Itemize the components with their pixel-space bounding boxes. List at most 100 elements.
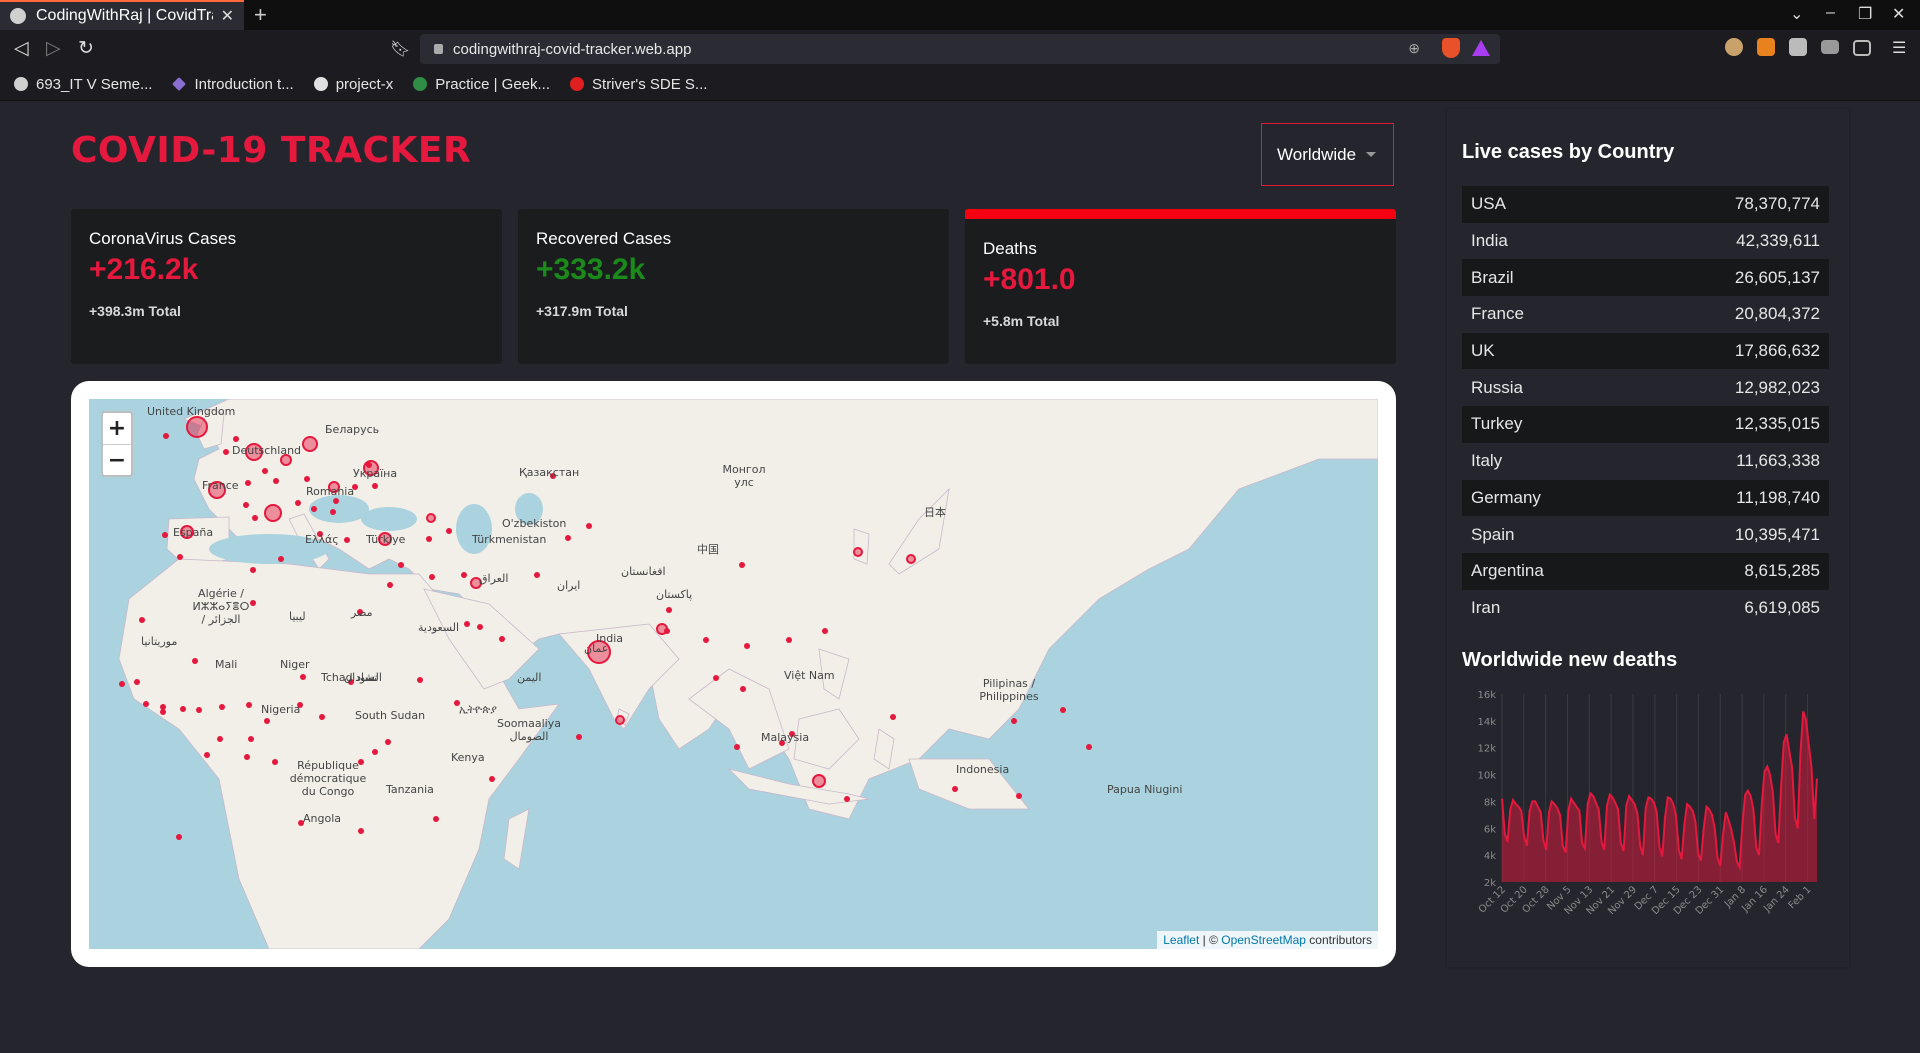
country-cases: 10,395,471 <box>1734 524 1820 544</box>
bookmark-item[interactable]: Practice | Geek... <box>413 76 550 93</box>
github-icon <box>313 77 328 91</box>
map-label: مصر <box>351 606 373 619</box>
bookmark-page-icon[interactable]: 🔖︎ <box>390 39 410 59</box>
card-title: CoronaVirus Cases <box>89 229 237 248</box>
wallet-icon[interactable] <box>1853 40 1871 56</box>
browser-toolbar: ◁ ▷ ↻ 🔖︎ codingwithraj-covid-tracker.web… <box>0 30 1920 68</box>
openstreetmap-link[interactable]: OpenStreetMap <box>1221 933 1306 947</box>
chart-y-tick-label: 16k <box>1477 690 1496 701</box>
country-name: USA <box>1471 194 1506 214</box>
map-label: Việt Nam <box>784 669 835 682</box>
map-label: O'zbekiston <box>502 517 567 530</box>
country-name: Brazil <box>1471 267 1514 287</box>
chart-title: Worldwide new deaths <box>1462 649 1678 671</box>
map-label: Ελλάς <box>305 533 339 546</box>
bookmark-item[interactable]: project-x <box>313 75 394 93</box>
chart-y-tick-label: 2k <box>1484 878 1496 889</box>
leaflet-link[interactable]: Leaflet <box>1163 933 1199 947</box>
table-row: Brazil 26,605,137 <box>1462 259 1829 297</box>
chart-y-tick-label: 14k <box>1477 717 1496 728</box>
zoom-out-button[interactable]: − <box>103 445 131 476</box>
country-cases: 78,370,774 <box>1734 194 1820 214</box>
lock-icon <box>434 44 443 54</box>
chevron-down-icon <box>1366 152 1377 157</box>
map-label: 日本 <box>924 506 946 519</box>
map-label: Tanzania <box>386 783 434 796</box>
table-row: Argentina 8,615,285 <box>1462 552 1829 590</box>
forward-icon[interactable]: ▷ <box>46 37 61 60</box>
country-select-value: Worldwide <box>1277 144 1357 164</box>
extension-avatar-icon[interactable] <box>1725 38 1743 56</box>
country-name: Germany <box>1471 487 1541 507</box>
zoom-icon[interactable]: ⊕ <box>1408 40 1420 57</box>
map-label: Malaysia <box>761 731 810 744</box>
zoom-in-button[interactable]: + <box>103 413 131 445</box>
live-cases-table: USA 78,370,774 India 42,339,611 Brazil 26,605… <box>1462 186 1829 626</box>
map-label: Қазақстан <box>519 466 580 479</box>
country-cases: 11,663,338 <box>1736 451 1820 471</box>
cases-card[interactable]: CoronaVirus Cases +216.2k +398.3m Total <box>71 209 502 364</box>
card-title: Recovered Cases <box>536 229 672 248</box>
map-label: Беларусь <box>325 423 380 436</box>
deaths-card[interactable]: Deaths +801.0 +5.8m Total <box>965 209 1396 364</box>
card-total: +317.9m Total <box>536 303 628 319</box>
reload-icon[interactable]: ↻ <box>78 37 94 60</box>
chart-y-tick-label: 4k <box>1484 851 1496 862</box>
extensions-puzzle-icon[interactable] <box>1789 38 1807 56</box>
card-value: +801.0 <box>983 263 1076 296</box>
table-row: Italy 11,663,338 <box>1462 443 1829 480</box>
country-name: Italy <box>1471 451 1503 471</box>
takeuforward-icon <box>570 77 585 91</box>
close-window-icon[interactable]: ✕ <box>1892 4 1905 24</box>
bookmark-item[interactable]: Striver's SDE S... <box>570 76 707 93</box>
country-name: Turkey <box>1471 414 1523 434</box>
table-row: UK 17,866,632 <box>1462 332 1829 370</box>
minimize-icon[interactable]: – <box>1826 4 1835 22</box>
recovered-card[interactable]: Recovered Cases +333.2k +317.9m Total <box>518 209 949 364</box>
map-label: Indonesia <box>956 763 1010 776</box>
map-label: France <box>202 479 239 492</box>
bookmark-item[interactable]: 693_IT V Seme... <box>14 76 152 93</box>
back-icon[interactable]: ◁ <box>14 37 29 60</box>
restore-icon[interactable]: ❐ <box>1858 4 1872 24</box>
table-row: Spain 10,395,471 <box>1462 516 1829 553</box>
table-row: USA 78,370,774 <box>1462 186 1829 223</box>
menu-icon[interactable]: ☰ <box>1892 38 1906 58</box>
country-name: India <box>1471 231 1508 251</box>
world-map[interactable]: United Kingdom Deutschland France España… <box>89 399 1378 949</box>
right-panel: Live cases by Country USA 78,370,774 India… <box>1447 109 1849 967</box>
ethereum-icon <box>172 77 187 91</box>
address-bar[interactable]: codingwithraj-covid-tracker.web.app ⊕ <box>420 34 1500 64</box>
tab-close-icon[interactable]: ✕ <box>221 6 234 26</box>
map-label: Deutschland <box>232 444 302 457</box>
tab-search-icon[interactable]: ⌄ <box>1790 4 1803 24</box>
map-label: Soomaaliya الصومال <box>496 717 561 743</box>
map-label: السودان <box>344 671 382 684</box>
country-cases: 12,982,023 <box>1734 377 1820 397</box>
brave-rewards-icon[interactable] <box>1472 40 1490 56</box>
browser-tab[interactable]: CodingWithRaj | CovidTrac ✕ <box>0 0 244 30</box>
playlist-icon[interactable] <box>1821 40 1839 54</box>
country-cases: 8,615,285 <box>1744 561 1820 581</box>
bookmark-label: 693_IT V Seme... <box>36 75 153 93</box>
map-label: Algérie / ⵍⵣⵣⴰⵢⴻⵔ / الجزائر <box>192 587 250 626</box>
country-select[interactable]: Worldwide <box>1261 123 1394 186</box>
chart-y-tick-label: 6k <box>1484 824 1496 835</box>
country-name: France <box>1471 304 1524 324</box>
bookmark-label: project-x <box>335 75 394 93</box>
bookmark-item[interactable]: Introduction t... <box>172 76 294 93</box>
new-tab-icon[interactable]: + <box>254 2 267 28</box>
country-cases: 12,335,015 <box>1734 414 1820 434</box>
bookmark-label: Practice | Geek... <box>435 75 551 93</box>
metamask-icon[interactable] <box>1757 38 1775 56</box>
map-label: العراق <box>479 572 509 585</box>
map-label: Niger <box>280 658 310 671</box>
card-total: +5.8m Total <box>983 313 1060 329</box>
map-label: Angola <box>303 812 342 825</box>
map-label: Nigeria <box>261 703 301 716</box>
live-cases-title: Live cases by Country <box>1462 141 1675 163</box>
card-value: +333.2k <box>536 253 646 286</box>
brave-shields-icon[interactable] <box>1442 38 1460 58</box>
table-row: Turkey 12,335,015 <box>1462 406 1829 443</box>
map-label: Papua Niugini <box>1107 783 1183 796</box>
